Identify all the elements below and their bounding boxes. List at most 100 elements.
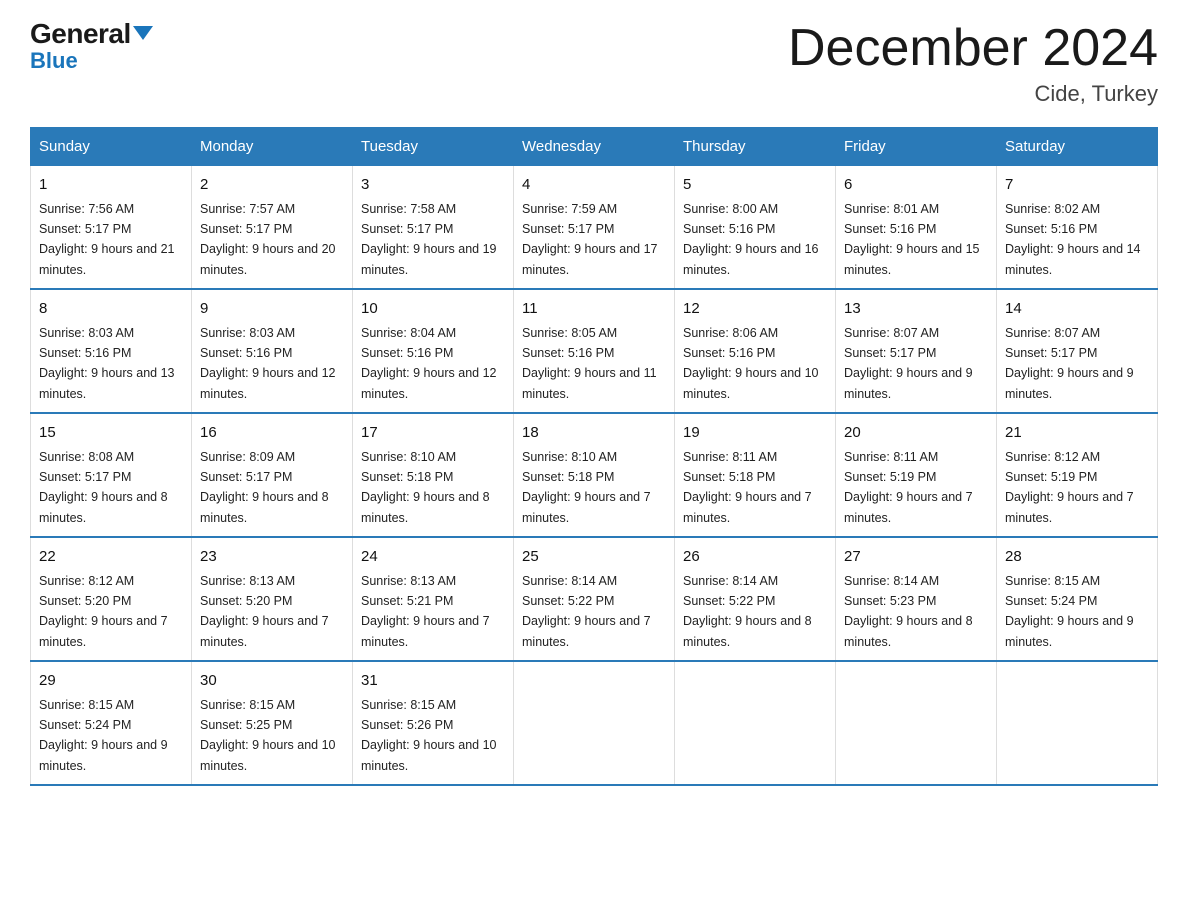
day-number: 17 — [361, 422, 505, 445]
day-number: 27 — [844, 546, 988, 569]
day-number: 31 — [361, 670, 505, 693]
weekday-header-wednesday: Wednesday — [514, 128, 675, 166]
day-number: 14 — [1005, 298, 1149, 321]
calendar-cell: 18 Sunrise: 8:10 AMSunset: 5:18 PMDaylig… — [514, 413, 675, 537]
day-info: Sunrise: 7:56 AMSunset: 5:17 PMDaylight:… — [39, 202, 175, 277]
calendar-cell: 17 Sunrise: 8:10 AMSunset: 5:18 PMDaylig… — [353, 413, 514, 537]
day-info: Sunrise: 8:03 AMSunset: 5:16 PMDaylight:… — [39, 326, 175, 401]
calendar-cell: 13 Sunrise: 8:07 AMSunset: 5:17 PMDaylig… — [836, 289, 997, 413]
day-number: 16 — [200, 422, 344, 445]
day-info: Sunrise: 8:03 AMSunset: 5:16 PMDaylight:… — [200, 326, 336, 401]
weekday-header-tuesday: Tuesday — [353, 128, 514, 166]
day-info: Sunrise: 8:00 AMSunset: 5:16 PMDaylight:… — [683, 202, 819, 277]
calendar-cell — [514, 661, 675, 785]
calendar-week-row: 8 Sunrise: 8:03 AMSunset: 5:16 PMDayligh… — [31, 289, 1158, 413]
logo-name-top: General — [30, 20, 153, 48]
calendar-cell: 25 Sunrise: 8:14 AMSunset: 5:22 PMDaylig… — [514, 537, 675, 661]
day-info: Sunrise: 8:15 AMSunset: 5:24 PMDaylight:… — [39, 698, 168, 773]
day-number: 30 — [200, 670, 344, 693]
location: Cide, Turkey — [788, 81, 1158, 107]
calendar-cell: 22 Sunrise: 8:12 AMSunset: 5:20 PMDaylig… — [31, 537, 192, 661]
day-info: Sunrise: 8:07 AMSunset: 5:17 PMDaylight:… — [1005, 326, 1134, 401]
day-info: Sunrise: 8:13 AMSunset: 5:20 PMDaylight:… — [200, 574, 329, 649]
calendar-cell: 16 Sunrise: 8:09 AMSunset: 5:17 PMDaylig… — [192, 413, 353, 537]
title-section: December 2024 Cide, Turkey — [788, 20, 1158, 107]
calendar-cell: 30 Sunrise: 8:15 AMSunset: 5:25 PMDaylig… — [192, 661, 353, 785]
day-info: Sunrise: 8:05 AMSunset: 5:16 PMDaylight:… — [522, 326, 657, 401]
calendar-cell: 14 Sunrise: 8:07 AMSunset: 5:17 PMDaylig… — [997, 289, 1158, 413]
day-number: 3 — [361, 174, 505, 197]
page-header: General Blue December 2024 Cide, Turkey — [30, 20, 1158, 107]
day-info: Sunrise: 8:15 AMSunset: 5:24 PMDaylight:… — [1005, 574, 1134, 649]
day-number: 28 — [1005, 546, 1149, 569]
calendar-table: SundayMondayTuesdayWednesdayThursdayFrid… — [30, 127, 1158, 786]
calendar-cell — [836, 661, 997, 785]
calendar-week-row: 1 Sunrise: 7:56 AMSunset: 5:17 PMDayligh… — [31, 166, 1158, 290]
day-info: Sunrise: 8:06 AMSunset: 5:16 PMDaylight:… — [683, 326, 819, 401]
calendar-cell: 21 Sunrise: 8:12 AMSunset: 5:19 PMDaylig… — [997, 413, 1158, 537]
calendar-cell: 28 Sunrise: 8:15 AMSunset: 5:24 PMDaylig… — [997, 537, 1158, 661]
weekday-header-friday: Friday — [836, 128, 997, 166]
calendar-week-row: 29 Sunrise: 8:15 AMSunset: 5:24 PMDaylig… — [31, 661, 1158, 785]
logo: General Blue — [30, 20, 153, 72]
calendar-cell: 26 Sunrise: 8:14 AMSunset: 5:22 PMDaylig… — [675, 537, 836, 661]
month-title: December 2024 — [788, 20, 1158, 77]
calendar-cell: 1 Sunrise: 7:56 AMSunset: 5:17 PMDayligh… — [31, 166, 192, 290]
weekday-header-monday: Monday — [192, 128, 353, 166]
day-info: Sunrise: 8:09 AMSunset: 5:17 PMDaylight:… — [200, 450, 329, 525]
day-number: 6 — [844, 174, 988, 197]
calendar-week-row: 22 Sunrise: 8:12 AMSunset: 5:20 PMDaylig… — [31, 537, 1158, 661]
day-number: 26 — [683, 546, 827, 569]
calendar-cell: 20 Sunrise: 8:11 AMSunset: 5:19 PMDaylig… — [836, 413, 997, 537]
day-number: 15 — [39, 422, 183, 445]
calendar-cell: 15 Sunrise: 8:08 AMSunset: 5:17 PMDaylig… — [31, 413, 192, 537]
day-info: Sunrise: 8:11 AMSunset: 5:18 PMDaylight:… — [683, 450, 812, 525]
day-info: Sunrise: 8:14 AMSunset: 5:23 PMDaylight:… — [844, 574, 973, 649]
calendar-cell — [997, 661, 1158, 785]
calendar-week-row: 15 Sunrise: 8:08 AMSunset: 5:17 PMDaylig… — [31, 413, 1158, 537]
day-info: Sunrise: 8:12 AMSunset: 5:20 PMDaylight:… — [39, 574, 168, 649]
calendar-cell: 9 Sunrise: 8:03 AMSunset: 5:16 PMDayligh… — [192, 289, 353, 413]
calendar-cell: 29 Sunrise: 8:15 AMSunset: 5:24 PMDaylig… — [31, 661, 192, 785]
day-info: Sunrise: 8:07 AMSunset: 5:17 PMDaylight:… — [844, 326, 973, 401]
day-number: 20 — [844, 422, 988, 445]
day-number: 9 — [200, 298, 344, 321]
calendar-cell: 2 Sunrise: 7:57 AMSunset: 5:17 PMDayligh… — [192, 166, 353, 290]
day-info: Sunrise: 8:15 AMSunset: 5:25 PMDaylight:… — [200, 698, 336, 773]
calendar-cell: 10 Sunrise: 8:04 AMSunset: 5:16 PMDaylig… — [353, 289, 514, 413]
day-info: Sunrise: 7:58 AMSunset: 5:17 PMDaylight:… — [361, 202, 497, 277]
day-info: Sunrise: 8:02 AMSunset: 5:16 PMDaylight:… — [1005, 202, 1141, 277]
day-number: 22 — [39, 546, 183, 569]
day-number: 21 — [1005, 422, 1149, 445]
logo-name-bottom: Blue — [30, 50, 153, 72]
day-number: 2 — [200, 174, 344, 197]
day-number: 13 — [844, 298, 988, 321]
weekday-header-row: SundayMondayTuesdayWednesdayThursdayFrid… — [31, 128, 1158, 166]
calendar-cell: 31 Sunrise: 8:15 AMSunset: 5:26 PMDaylig… — [353, 661, 514, 785]
day-info: Sunrise: 8:11 AMSunset: 5:19 PMDaylight:… — [844, 450, 973, 525]
day-info: Sunrise: 8:04 AMSunset: 5:16 PMDaylight:… — [361, 326, 497, 401]
calendar-cell: 8 Sunrise: 8:03 AMSunset: 5:16 PMDayligh… — [31, 289, 192, 413]
day-number: 7 — [1005, 174, 1149, 197]
day-number: 5 — [683, 174, 827, 197]
calendar-cell: 11 Sunrise: 8:05 AMSunset: 5:16 PMDaylig… — [514, 289, 675, 413]
day-number: 4 — [522, 174, 666, 197]
day-number: 10 — [361, 298, 505, 321]
day-number: 25 — [522, 546, 666, 569]
day-info: Sunrise: 7:59 AMSunset: 5:17 PMDaylight:… — [522, 202, 658, 277]
calendar-cell: 7 Sunrise: 8:02 AMSunset: 5:16 PMDayligh… — [997, 166, 1158, 290]
day-info: Sunrise: 8:10 AMSunset: 5:18 PMDaylight:… — [361, 450, 490, 525]
day-number: 11 — [522, 298, 666, 321]
day-info: Sunrise: 8:14 AMSunset: 5:22 PMDaylight:… — [522, 574, 651, 649]
weekday-header-saturday: Saturday — [997, 128, 1158, 166]
day-number: 24 — [361, 546, 505, 569]
day-info: Sunrise: 8:10 AMSunset: 5:18 PMDaylight:… — [522, 450, 651, 525]
calendar-cell: 6 Sunrise: 8:01 AMSunset: 5:16 PMDayligh… — [836, 166, 997, 290]
calendar-cell: 24 Sunrise: 8:13 AMSunset: 5:21 PMDaylig… — [353, 537, 514, 661]
weekday-header-thursday: Thursday — [675, 128, 836, 166]
day-number: 19 — [683, 422, 827, 445]
calendar-cell: 4 Sunrise: 7:59 AMSunset: 5:17 PMDayligh… — [514, 166, 675, 290]
day-info: Sunrise: 8:08 AMSunset: 5:17 PMDaylight:… — [39, 450, 168, 525]
calendar-cell: 23 Sunrise: 8:13 AMSunset: 5:20 PMDaylig… — [192, 537, 353, 661]
calendar-cell: 19 Sunrise: 8:11 AMSunset: 5:18 PMDaylig… — [675, 413, 836, 537]
